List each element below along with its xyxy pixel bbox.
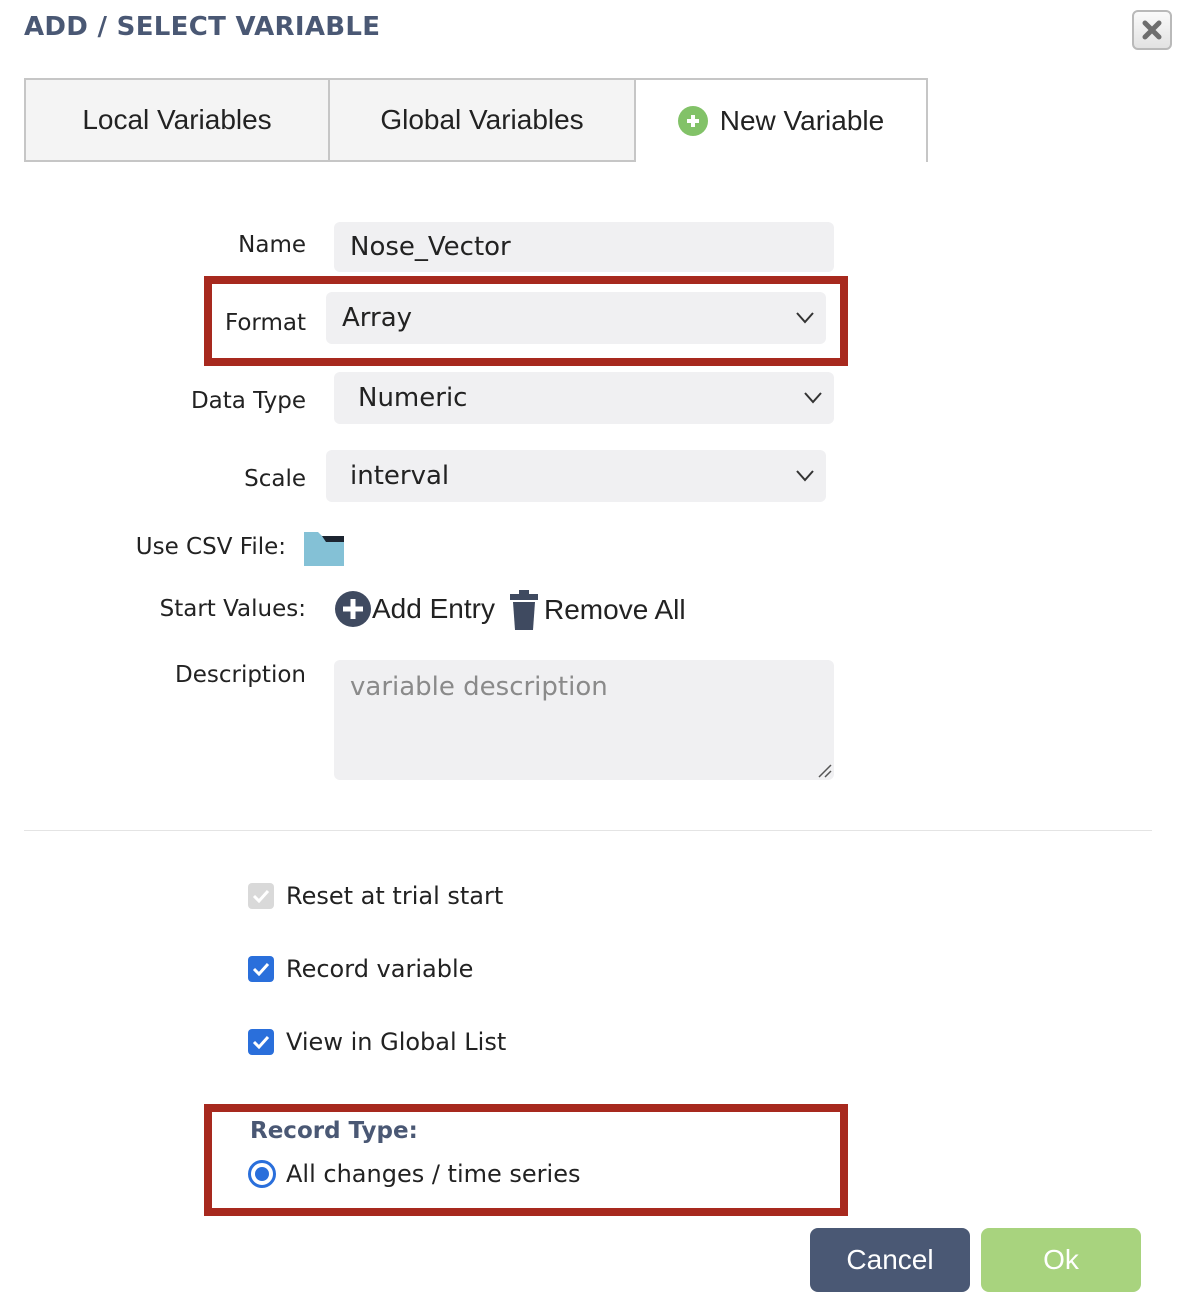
tab-local-variables[interactable]: Local Variables <box>24 78 330 162</box>
record-type-all-changes-radio[interactable]: All changes / time series <box>248 1160 580 1188</box>
folder-icon[interactable] <box>304 532 344 570</box>
scale-select[interactable]: interval <box>326 450 826 502</box>
chevron-down-icon <box>796 312 814 324</box>
reset-at-trial-start-checkbox[interactable]: Reset at trial start <box>248 882 503 910</box>
chevron-down-icon <box>796 470 814 482</box>
tab-new-variable[interactable]: New Variable <box>634 78 928 162</box>
name-input[interactable]: Nose_Vector <box>334 222 834 272</box>
chevron-down-icon <box>804 392 822 404</box>
scale-label: Scale <box>244 466 306 492</box>
name-value: Nose_Vector <box>350 232 511 262</box>
description-label: Description <box>175 662 306 688</box>
tab-local-variables-label: Local Variables <box>82 104 272 135</box>
radio-selected-icon <box>248 1160 276 1188</box>
tab-global-variables-label: Global Variables <box>380 104 584 135</box>
checkbox-checked-disabled-icon <box>248 883 274 909</box>
record-variable-checkbox[interactable]: Record variable <box>248 955 473 983</box>
format-select[interactable]: Array <box>326 292 826 344</box>
tab-new-variable-label: New Variable <box>719 105 885 136</box>
data-type-label: Data Type <box>190 388 306 414</box>
start-values-label: Start Values: <box>159 596 306 622</box>
view-in-global-list-label: View in Global List <box>286 1028 507 1056</box>
description-textarea[interactable]: variable description <box>334 660 834 780</box>
trash-icon <box>510 590 538 630</box>
checkbox-checked-icon <box>248 1029 274 1055</box>
reset-label: Reset at trial start <box>286 882 504 910</box>
plus-circle-icon <box>335 591 371 627</box>
remove-all-button[interactable]: Remove All <box>510 590 686 630</box>
format-label: Format <box>224 310 306 336</box>
close-icon <box>1142 20 1162 40</box>
dialog-title: ADD / SELECT VARIABLE <box>24 12 381 42</box>
remove-all-label: Remove All <box>544 594 686 625</box>
format-value: Array <box>342 303 413 333</box>
tab-global-variables[interactable]: Global Variables <box>328 78 636 162</box>
add-entry-button[interactable]: Add Entry <box>334 590 495 628</box>
section-divider <box>24 830 1152 831</box>
scale-value: interval <box>350 461 450 491</box>
data-type-select[interactable]: Numeric <box>334 372 834 424</box>
data-type-value: Numeric <box>358 383 468 413</box>
record-type-option-label: All changes / time series <box>286 1160 581 1188</box>
view-in-global-list-checkbox[interactable]: View in Global List <box>248 1028 506 1056</box>
cancel-button[interactable]: Cancel <box>810 1228 970 1292</box>
close-button[interactable] <box>1132 10 1172 50</box>
record-variable-label: Record variable <box>286 955 474 983</box>
resize-handle-icon[interactable] <box>816 762 832 778</box>
record-type-title: Record Type: <box>250 1118 418 1144</box>
description-placeholder: variable description <box>350 672 608 702</box>
add-entry-label: Add Entry <box>372 593 495 624</box>
name-label: Name <box>238 232 306 258</box>
plus-circle-icon <box>677 106 708 136</box>
csv-label: Use CSV File: <box>135 534 286 560</box>
ok-button[interactable]: Ok <box>981 1228 1141 1292</box>
checkbox-checked-icon <box>248 956 274 982</box>
